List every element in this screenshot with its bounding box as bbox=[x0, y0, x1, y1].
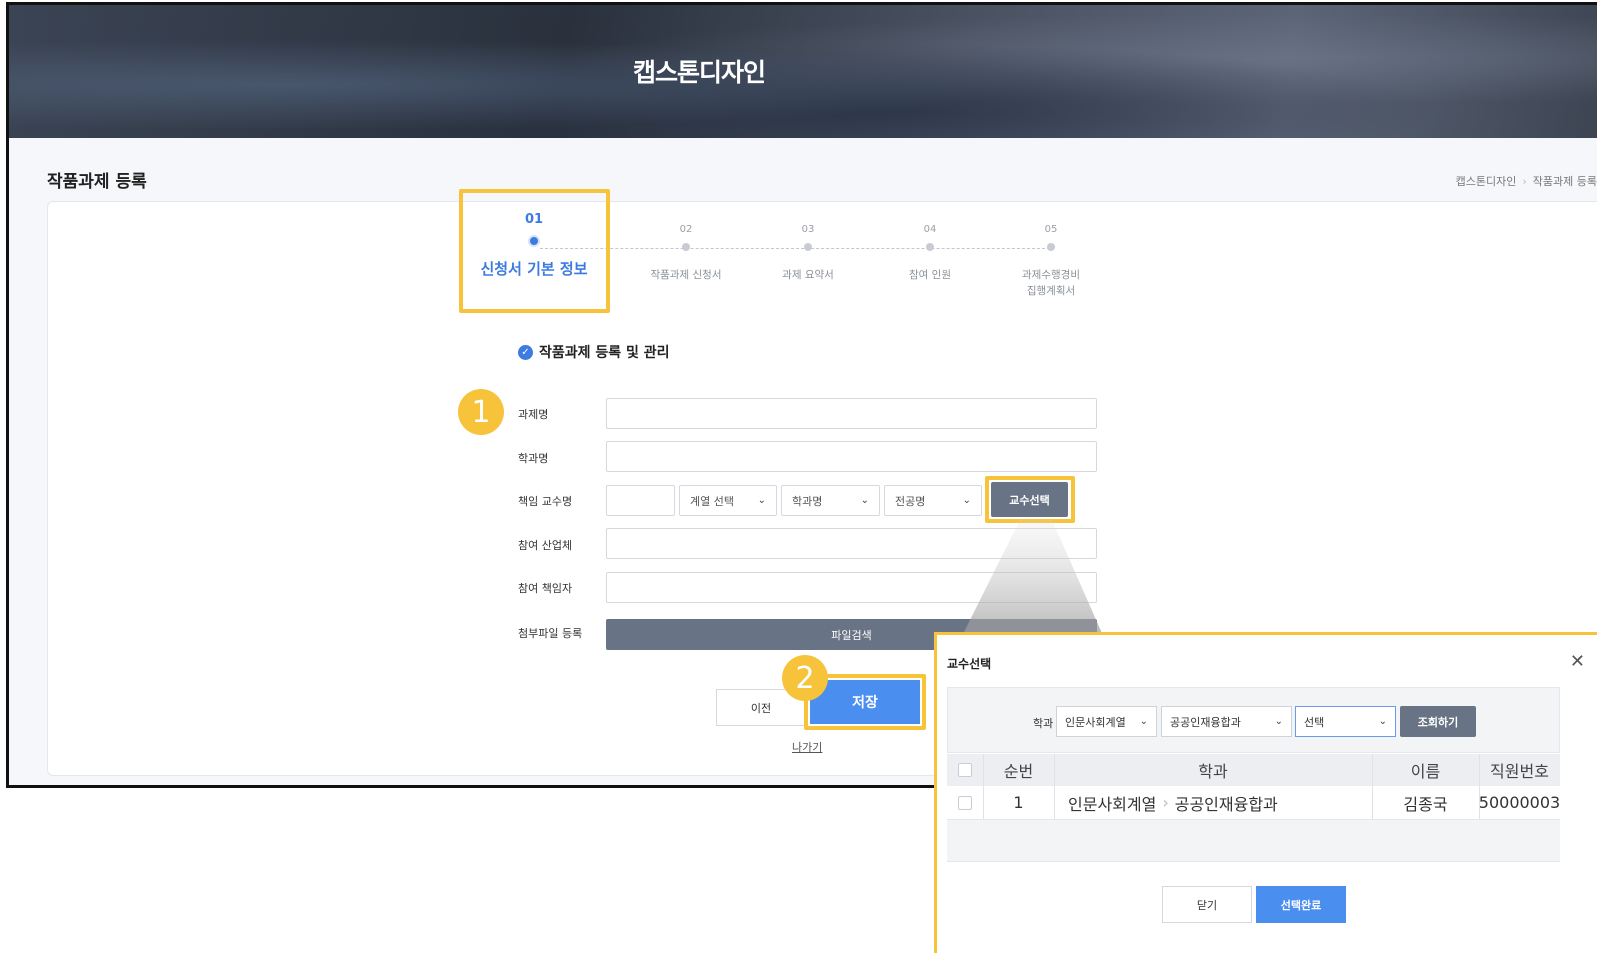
filter-professor-select[interactable]: 선택 ⌄ bbox=[1295, 706, 1396, 737]
professor-select-modal: 교수선택 ✕ 학과 인문사회계열 ⌄ 공공인재융합과 ⌄ 선택 ⌄ 조회하기 순번 학… bbox=[934, 632, 1597, 953]
step-number: 05 bbox=[1044, 224, 1058, 235]
column-header: 직원번호 bbox=[1490, 762, 1549, 781]
select-all-checkbox[interactable] bbox=[958, 763, 972, 777]
row-employee-number: 50000003 bbox=[1478, 793, 1561, 812]
exit-link[interactable]: 나가기 bbox=[792, 739, 822, 755]
chevron-right-icon: › bbox=[1162, 793, 1169, 812]
row-name: 김종국 bbox=[1403, 794, 1448, 814]
table-row[interactable]: 1 인문사회계열 › 공공인재융합과 김종국 50000003 bbox=[947, 786, 1560, 820]
filter-dept-select[interactable]: 공공인재융합과 ⌄ bbox=[1161, 706, 1292, 737]
step-label: 작품과제 신청서 bbox=[650, 269, 722, 281]
chevron-down-icon: ⌄ bbox=[1139, 716, 1148, 727]
step-label: 참여 인원 bbox=[909, 269, 951, 281]
project-name-label: 과제명 bbox=[518, 408, 549, 421]
hero-banner: 캡스톤디자인 bbox=[9, 5, 1597, 138]
chevron-down-icon: ⌄ bbox=[860, 495, 869, 506]
step-label-line: 집행계획서 bbox=[1026, 285, 1076, 297]
major-select[interactable]: 전공명 ⌄ bbox=[884, 485, 982, 516]
close-button[interactable]: 닫기 bbox=[1162, 886, 1252, 923]
filter-box: 학과 인문사회계열 ⌄ 공공인재융합과 ⌄ 선택 ⌄ 조회하기 bbox=[947, 687, 1560, 753]
step-number: 02 bbox=[679, 224, 693, 235]
chevron-down-icon: ⌄ bbox=[962, 495, 971, 506]
step-number: 03 bbox=[801, 224, 815, 235]
filter-division-select[interactable]: 인문사회계열 ⌄ bbox=[1056, 706, 1157, 737]
step-badge-2: 2 bbox=[782, 655, 828, 701]
step-2[interactable]: 02 작품과제 신청서 bbox=[621, 224, 751, 283]
major-select-value: 전공명 bbox=[895, 494, 926, 508]
division-select-value: 계열 선택 bbox=[690, 494, 734, 508]
step-badge-1: 1 bbox=[458, 389, 504, 435]
chevron-down-icon: ⌄ bbox=[1378, 716, 1387, 727]
column-header: 이름 bbox=[1410, 762, 1441, 781]
step-highlight-box bbox=[459, 189, 610, 313]
empty-row bbox=[947, 820, 1560, 862]
manager-label: 참여 책임자 bbox=[518, 582, 573, 595]
dept-name-input[interactable] bbox=[606, 441, 1097, 472]
row-dept: 인문사회계열 › 공공인재융합과 bbox=[1054, 786, 1372, 819]
close-icon[interactable]: ✕ bbox=[1570, 651, 1585, 672]
filter-dept-value: 공공인재융합과 bbox=[1170, 715, 1241, 729]
column-header: 순번 bbox=[1003, 762, 1034, 781]
callout-beam bbox=[960, 520, 1105, 640]
chevron-down-icon: ⌄ bbox=[1274, 716, 1283, 727]
breadcrumb: 캡스톤디자인 › 작품과제 등록 bbox=[1456, 173, 1597, 189]
row-dept-text: 공공인재융합과 bbox=[1174, 794, 1278, 814]
row-checkbox-cell bbox=[947, 786, 983, 819]
step-label-line: 과제수행경비 bbox=[1022, 269, 1080, 281]
step-dot bbox=[1047, 243, 1055, 251]
section-title-text: 작품과제 등록 및 관리 bbox=[539, 345, 670, 361]
breadcrumb-item: 작품과제 등록 bbox=[1532, 175, 1597, 188]
dept-select[interactable]: 학과명 ⌄ bbox=[781, 485, 880, 516]
filter-division-value: 인문사회계열 bbox=[1065, 715, 1126, 729]
dept-name-label: 학과명 bbox=[518, 452, 549, 465]
project-name-input[interactable] bbox=[606, 398, 1097, 429]
professor-label: 책임 교수명 bbox=[518, 495, 573, 508]
page-title: 작품과제 등록 bbox=[47, 172, 147, 192]
row-checkbox[interactable] bbox=[958, 795, 972, 810]
row-division-text: 인문사회계열 bbox=[1068, 794, 1157, 814]
step-number: 04 bbox=[923, 224, 937, 235]
attachment-label: 첨부파일 등록 bbox=[518, 627, 583, 640]
chevron-right-icon: › bbox=[1522, 175, 1527, 188]
check-circle-icon: ✓ bbox=[518, 344, 533, 360]
step-4[interactable]: 04 참여 인원 bbox=[865, 224, 995, 283]
modal-title: 교수선택 bbox=[947, 657, 992, 671]
table-header: 순번 학과 이름 직원번호 bbox=[947, 754, 1560, 786]
company-label: 참여 산업체 bbox=[518, 539, 573, 552]
chevron-down-icon: ⌄ bbox=[757, 495, 766, 506]
row-number: 1 bbox=[1013, 793, 1024, 812]
step-dot bbox=[804, 243, 812, 251]
search-button[interactable]: 조회하기 bbox=[1400, 706, 1476, 737]
confirm-selection-button[interactable]: 선택완료 bbox=[1256, 886, 1346, 923]
breadcrumb-item[interactable]: 캡스톤디자인 bbox=[1456, 175, 1517, 188]
header-checkbox-cell bbox=[947, 754, 983, 786]
filter-label: 학과 bbox=[1033, 717, 1054, 730]
dept-select-value: 학과명 bbox=[792, 494, 823, 508]
step-5[interactable]: 05 과제수행경비집행계획서 bbox=[986, 224, 1116, 299]
hero-title: 캡스톤디자인 bbox=[632, 58, 766, 87]
professor-button-highlight bbox=[985, 476, 1075, 523]
step-dot bbox=[926, 243, 934, 251]
column-header: 학과 bbox=[1198, 762, 1228, 781]
professor-name-input[interactable] bbox=[606, 485, 675, 516]
step-label: 과제 요약서 bbox=[782, 269, 834, 281]
step-dot bbox=[682, 243, 690, 251]
division-select[interactable]: 계열 선택 ⌄ bbox=[679, 485, 777, 516]
section-title: ✓ 작품과제 등록 및 관리 bbox=[518, 342, 670, 362]
filter-select-value: 선택 bbox=[1304, 715, 1325, 729]
step-label: 과제수행경비집행계획서 bbox=[986, 267, 1116, 299]
step-3[interactable]: 03 과제 요약서 bbox=[743, 224, 873, 283]
